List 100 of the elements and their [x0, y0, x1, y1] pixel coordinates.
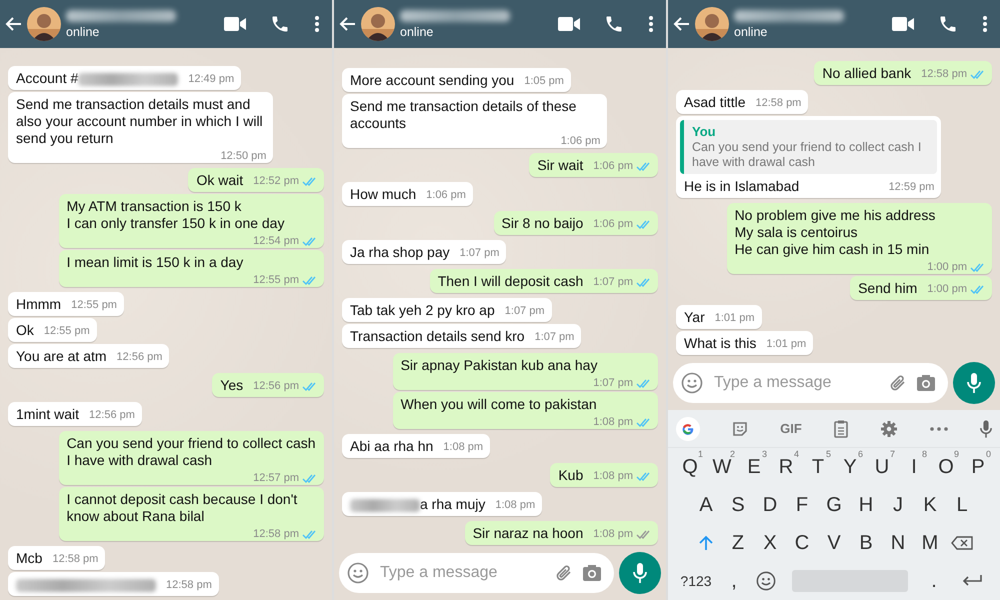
message-time: 1:06 pm [593, 160, 633, 173]
message-text: Sir naraz na hoon [472, 525, 584, 542]
key-hint: 6 [858, 449, 863, 459]
key-button[interactable]: D [754, 487, 786, 523]
key-button[interactable]: C [786, 525, 818, 561]
message-text: You are at atm [16, 348, 107, 365]
message-bubble[interactable]: Sir 8 no baijo 1:06 pm [494, 211, 658, 235]
message-text: Ok wait [196, 172, 244, 189]
key-button[interactable]: , [718, 563, 750, 599]
message-bubble[interactable]: What is this 1:01 pm [676, 331, 814, 355]
key-button[interactable]: . [918, 563, 950, 599]
message-bubble[interactable]: Hmmm 12:55 pm [8, 292, 124, 316]
message-bubble[interactable]: Yar 1:01 pm [676, 305, 762, 329]
message-input[interactable]: Type a message [378, 563, 546, 583]
message-text: My ATM transaction is 150 k I can only transfer 150 k in one day [66, 198, 284, 232]
message-bubble[interactable]: Can you send your friend to collect cash I have with drawal cash 12:57 pm [58, 431, 324, 485]
message-bubble[interactable]: Abi aa rha hn 1:08 pm [342, 434, 490, 458]
message-bubble[interactable]: Kub 1:08 pm [550, 463, 658, 487]
message-text: Then I will deposit cash [438, 273, 584, 290]
message-text: Transaction details send kro [350, 328, 525, 345]
message-text: Sir apnay Pakistan kub ana hay [400, 357, 598, 374]
key-button[interactable]: G [818, 487, 850, 523]
message-text: Yes [220, 377, 244, 394]
message-bubble[interactable]: You are at atm 12:56 pm [8, 344, 170, 368]
message-field[interactable]: Type a message [673, 363, 948, 403]
message-bubble[interactable]: Asad tittle 12:58 pm [676, 90, 808, 114]
message-bubble[interactable]: I mean limit is 150 k in a day 12:55 pm [58, 250, 324, 287]
message-time: 12:49 pm [188, 73, 234, 86]
message-text: Send me transaction details of these accounts [350, 98, 578, 132]
message-text: No allied bank [822, 65, 912, 82]
key-button[interactable]: A [690, 487, 722, 523]
message-field[interactable]: Type a message [339, 553, 614, 593]
message-bubble[interactable]: My ATM transaction is 150 k I can only transfer 150 k in one day 12:54 pm [58, 194, 324, 248]
message-time: 12:58 pm [253, 528, 299, 541]
message-text: Send him [858, 280, 918, 297]
message-time: 1:05 pm [524, 75, 564, 88]
key-button[interactable]: X [754, 525, 786, 561]
message-text: Ok [16, 322, 34, 339]
key-button[interactable]: B [850, 525, 882, 561]
message-time: 1:07 pm [504, 305, 545, 318]
message-bubble[interactable]: a rha mujy 1:08 pm [342, 492, 542, 516]
message-bubble[interactable]: How much 1:06 pm [342, 182, 473, 206]
message-bubble[interactable]: Send me transaction details of these accounts 1:06 pm [342, 94, 608, 148]
message-bubble[interactable]: Then I will deposit cash 1:07 pm [430, 269, 658, 293]
message-time: 12:56 pm [89, 409, 135, 422]
message-text: Account # [16, 70, 78, 87]
gif-button[interactable]: GIF [780, 421, 802, 436]
message-bubble[interactable]: Send me transaction details must and also your account number in which I will send you return 12:50 pm [8, 92, 274, 163]
message-text: I mean limit is 150 k in a day [66, 254, 244, 271]
key-button[interactable]: J [882, 487, 914, 523]
message-bubble[interactable]: Sir naraz na hoon 1:08 pm [464, 521, 658, 545]
key-button[interactable]: Z [722, 525, 754, 561]
message-bubble[interactable]: Ok wait 12:52 pm [188, 168, 324, 192]
key-button[interactable]: F [786, 487, 818, 523]
quoted-message[interactable]: You Can you send your friend to collect cash I have with drawal cash [680, 120, 938, 174]
key-button[interactable]: ?123 [674, 563, 718, 599]
message-time: 12:57 pm [253, 472, 299, 485]
key-hint: 7 [890, 449, 895, 459]
message-input[interactable]: Type a message [712, 373, 880, 393]
key-hint: 5 [826, 449, 831, 459]
message-bubble[interactable]: Yes 12:56 pm [212, 373, 324, 397]
message-text: Tab tak yeh 2 py kro ap [350, 302, 495, 319]
message-bubble[interactable]: You Can you send your friend to collect cash I have with drawal cash He is in Islamabad 12:59 pm [676, 116, 942, 198]
key-hint: 1 [698, 449, 703, 459]
message-text: Hmmm [16, 296, 62, 313]
message-bubble[interactable]: I cannot deposit cash because I don't know about Rana bilal 12:58 pm [58, 487, 324, 541]
message-bubble[interactable]: Tab tak yeh 2 py kro ap 1:07 pm [342, 298, 552, 322]
message-text: Kub [558, 467, 584, 484]
message-time: 12:55 pm [44, 325, 90, 338]
message-bubble[interactable]: More account sending you 1:05 pm [342, 68, 571, 92]
key-button[interactable]: H [850, 487, 882, 523]
contact-status: online [400, 24, 434, 38]
key-button[interactable]: L [946, 487, 978, 523]
key-button[interactable]: I 8 [898, 449, 930, 485]
message-text: Ja rha shop pay [350, 244, 450, 261]
message-bubble[interactable]: Send him 1:00 pm [850, 276, 992, 300]
key-button[interactable]: N [882, 525, 914, 561]
key-button[interactable]: V [818, 525, 850, 561]
message-text: Yar [684, 309, 705, 326]
message-time: 12:54 pm [253, 235, 299, 248]
key-button[interactable]: S [722, 487, 754, 523]
message-time: 12:56 pm [253, 380, 299, 393]
message-bubble[interactable]: Ok 12:55 pm [8, 318, 97, 342]
message-time: 1:07 pm [593, 377, 633, 390]
message-bubble[interactable]: No problem give me his address My sala is centoirus He can give him cash in 15 min 1:00 pm [726, 203, 992, 274]
message-bubble[interactable]: No allied bank 12:58 pm [814, 61, 992, 85]
key-hint: 0 [986, 449, 991, 459]
key-button[interactable]: M [914, 525, 946, 561]
message-bubble[interactable]: Account # 12:49 pm [8, 66, 242, 90]
message-bubble[interactable]: Ja rha shop pay 1:07 pm [342, 240, 506, 264]
key-button[interactable]: K [914, 487, 946, 523]
message-bubble[interactable]: Sir apnay Pakistan kub ana hay 1:07 pm [392, 353, 658, 390]
message-text: Abi aa rha hn [350, 438, 434, 455]
message-time: 1:08 pm [593, 416, 633, 429]
message-bubble[interactable]: Sir wait 1:06 pm [529, 153, 658, 177]
message-bubble[interactable]: 1mint wait 12:56 pm [8, 402, 142, 426]
message-text: Sir wait [537, 157, 584, 174]
message-bubble[interactable]: When you will come to pakistan 1:08 pm [392, 392, 658, 429]
message-bubble[interactable]: Mcb 12:58 pm [8, 546, 106, 570]
message-bubble[interactable]: Transaction details send kro 1:07 pm [342, 324, 582, 348]
